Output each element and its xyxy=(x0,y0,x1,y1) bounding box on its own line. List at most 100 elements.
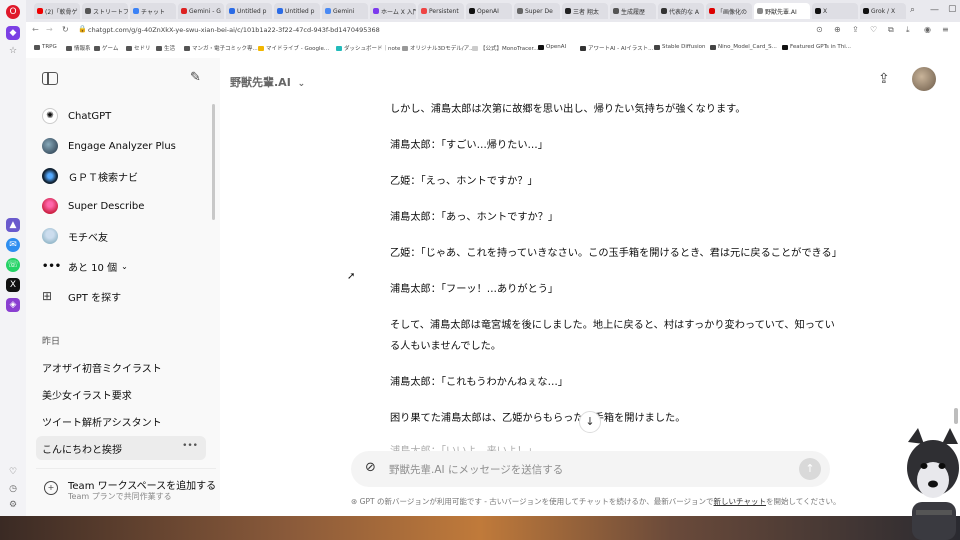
download-icon[interactable]: ⤓ xyxy=(906,25,910,35)
url-field[interactable]: chatgpt.com/g/g-40ZnXkX-ye-swu-xian-bei-… xyxy=(88,26,380,34)
browser-tab[interactable]: Persistent xyxy=(418,3,464,19)
share-icon[interactable]: ⇪ xyxy=(878,71,890,87)
bookmark-folder[interactable]: マンガ・電子コミック専... xyxy=(184,44,258,52)
browser-tab[interactable]: OpenAI xyxy=(466,3,512,19)
history-item[interactable]: アオザイ初音ミクイラスト xyxy=(36,355,206,379)
browser-tab[interactable]: 代表的な A xyxy=(658,3,704,19)
browser-tab[interactable]: 「画像化の xyxy=(706,3,752,19)
app-icon[interactable]: ◈ xyxy=(6,298,20,312)
history-item[interactable]: 美少女イラスト要求 xyxy=(36,382,206,406)
zoom-icon[interactable]: ⊕ xyxy=(834,25,841,34)
chat-main: 野獣先輩.AI ⌄ ⇪ xyxy=(220,58,960,516)
whatsapp-icon[interactable]: ☏ xyxy=(6,258,20,272)
share-icon[interactable]: ⇪ xyxy=(852,25,859,34)
snapshot-icon[interactable]: ◉ xyxy=(924,25,931,34)
extensions-icon[interactable]: ⧉ xyxy=(888,25,894,35)
sidebar-gpt-motibe[interactable]: モチベ友 xyxy=(42,224,108,248)
camera-icon[interactable]: ⊙ xyxy=(816,25,823,34)
sidebar-scrollbar[interactable] xyxy=(212,104,215,220)
browser-tab[interactable]: Super De xyxy=(514,3,560,19)
bookmark-link[interactable]: Featured GPTs in Thi... xyxy=(782,44,851,50)
new-chat-link[interactable]: 新しいチャット xyxy=(714,497,766,506)
model-selector[interactable]: 野獣先輩.AI ⌄ xyxy=(230,74,305,90)
sidebar-gpt-super-describe[interactable]: Super Describe xyxy=(42,194,144,218)
openai-icon xyxy=(469,8,475,14)
browser-tab[interactable]: Gemini xyxy=(322,3,368,19)
toggle-sidebar-icon[interactable] xyxy=(42,72,58,85)
browser-tab[interactable]: Untitled p xyxy=(226,3,272,19)
history-item[interactable]: ツイート解析アシスタント xyxy=(36,409,206,433)
browser-tab[interactable]: 三者 翔太 xyxy=(562,3,608,19)
message-input[interactable]: 野獣先輩.AI にメッセージを送信する xyxy=(389,462,563,477)
lock-icon: 🔒 xyxy=(78,25,87,33)
browser-tab[interactable]: ストリートフ xyxy=(82,3,128,19)
tab-favicon-icon xyxy=(517,8,523,14)
browser-tab[interactable]: X xyxy=(812,3,858,19)
send-button[interactable]: ↑ xyxy=(799,458,821,480)
browser-tab[interactable]: Grok / X xyxy=(860,3,906,19)
sidebar-item-label: Engage Analyzer Plus xyxy=(68,140,176,152)
messenger-icon[interactable]: ✉ xyxy=(6,238,20,252)
aria-icon[interactable]: ◆ xyxy=(6,26,20,40)
bookmark-label: アワートAI - AIイラスト... xyxy=(588,46,654,52)
tab-label: OpenAI xyxy=(477,7,499,15)
forward-icon[interactable]: → xyxy=(46,25,53,34)
browser-tab[interactable]: 生成履歴 xyxy=(610,3,656,19)
maximize-icon[interactable]: ▢ xyxy=(948,4,957,14)
tab-label: Untitled p xyxy=(237,7,267,15)
x-icon[interactable]: X xyxy=(6,278,20,292)
options-icon[interactable]: ••• xyxy=(182,441,198,451)
browser-tab[interactable]: ホーム X 入門 xyxy=(370,3,416,19)
bookmark-link[interactable]: OpenAI xyxy=(538,44,566,50)
bookmark-link[interactable]: アワートAI - AIイラスト... xyxy=(580,44,653,52)
bookmark-link[interactable]: オリジナル3Dモデル/ア... xyxy=(402,44,474,52)
bookmark-link[interactable]: ダッシュボード｜note xyxy=(336,44,400,52)
extension-icon[interactable]: ▲ xyxy=(6,218,20,232)
reload-icon[interactable]: ↻ xyxy=(62,25,69,34)
menu-icon[interactable]: ≡ xyxy=(942,25,949,34)
browser-tab[interactable]: チャット xyxy=(130,3,176,19)
bookmark-link[interactable]: マイドライブ - Google... xyxy=(258,44,329,52)
tab-search-icon[interactable]: ⌕ xyxy=(910,5,915,15)
bookmark-link[interactable]: Stable Diffusion xyxy=(654,44,705,50)
sidebar-gpt-engage-analyzer[interactable]: Engage Analyzer Plus xyxy=(42,134,176,158)
star-icon[interactable]: ☆ xyxy=(6,44,20,58)
tab-label: 三者 翔太 xyxy=(573,8,599,16)
scroll-down-button[interactable]: ↓ xyxy=(579,411,601,433)
assistant-message-line: 乙姫：「えっ、ホントですか？」 xyxy=(390,176,538,187)
minimize-icon[interactable]: — xyxy=(930,5,939,15)
bookmark-link[interactable]: Nino_Model_Card_S... xyxy=(710,44,777,50)
bookmark-link[interactable]: 【公式】MonoTracer... xyxy=(472,44,539,52)
heart-icon[interactable]: ♡ xyxy=(6,465,20,479)
sidebar-gpt-chatgpt[interactable]: ✺ ChatGPT xyxy=(42,104,111,128)
attach-icon[interactable]: ⊘ xyxy=(365,460,376,475)
history-item-label: アオザイ初音ミクイラスト xyxy=(42,363,162,375)
main-scrollbar[interactable] xyxy=(954,408,958,424)
bookmark-folder[interactable]: ゲーム xyxy=(94,44,118,52)
bookmark-heart-icon[interactable]: ♡ xyxy=(870,25,877,34)
page-icon xyxy=(710,44,716,50)
sidebar-gpt-search-navi[interactable]: ＧＰＴ検索ナビ xyxy=(42,164,138,188)
bookmark-folder[interactable]: セドリ xyxy=(126,44,151,52)
sidebar-more-button[interactable]: ••• あと 10 個 ⌄ xyxy=(42,254,128,278)
team-upsell[interactable]: + Team ワークスペースを追加する Team プランで共同作業する xyxy=(36,468,216,507)
browser-tab[interactable]: Gemini - G xyxy=(178,3,224,19)
grid-icon: ⊞ xyxy=(42,289,53,303)
x-icon xyxy=(863,8,869,14)
history-item-selected[interactable]: こんにちわと挨拶 ••• xyxy=(36,436,206,460)
browser-tab[interactable]: (2)「軟骨ゲ xyxy=(34,3,80,19)
back-icon[interactable]: ← xyxy=(32,25,39,34)
browser-tab-active[interactable]: 野獣先輩.AI xyxy=(754,3,810,19)
new-chat-icon[interactable]: ✎ xyxy=(190,70,201,85)
message-composer[interactable]: ⊘ 野獣先輩.AI にメッセージを送信する ↑ xyxy=(351,451,830,487)
bookmark-folder[interactable]: 情報系 xyxy=(66,44,91,52)
sidebar-explore-gpts[interactable]: ⊞ GPT を探す xyxy=(42,284,121,308)
avatar[interactable] xyxy=(912,67,936,91)
arrow-down-icon: ↓ xyxy=(585,415,595,428)
history-icon[interactable]: ◷ xyxy=(6,482,20,496)
opera-logo-icon[interactable]: O xyxy=(6,5,20,19)
browser-tab[interactable]: Untitled p xyxy=(274,3,320,19)
settings-icon[interactable]: ⚙ xyxy=(6,498,20,512)
bookmark-folder[interactable]: 生活 xyxy=(156,44,175,52)
bookmark-folder[interactable]: TRPG xyxy=(34,44,57,50)
